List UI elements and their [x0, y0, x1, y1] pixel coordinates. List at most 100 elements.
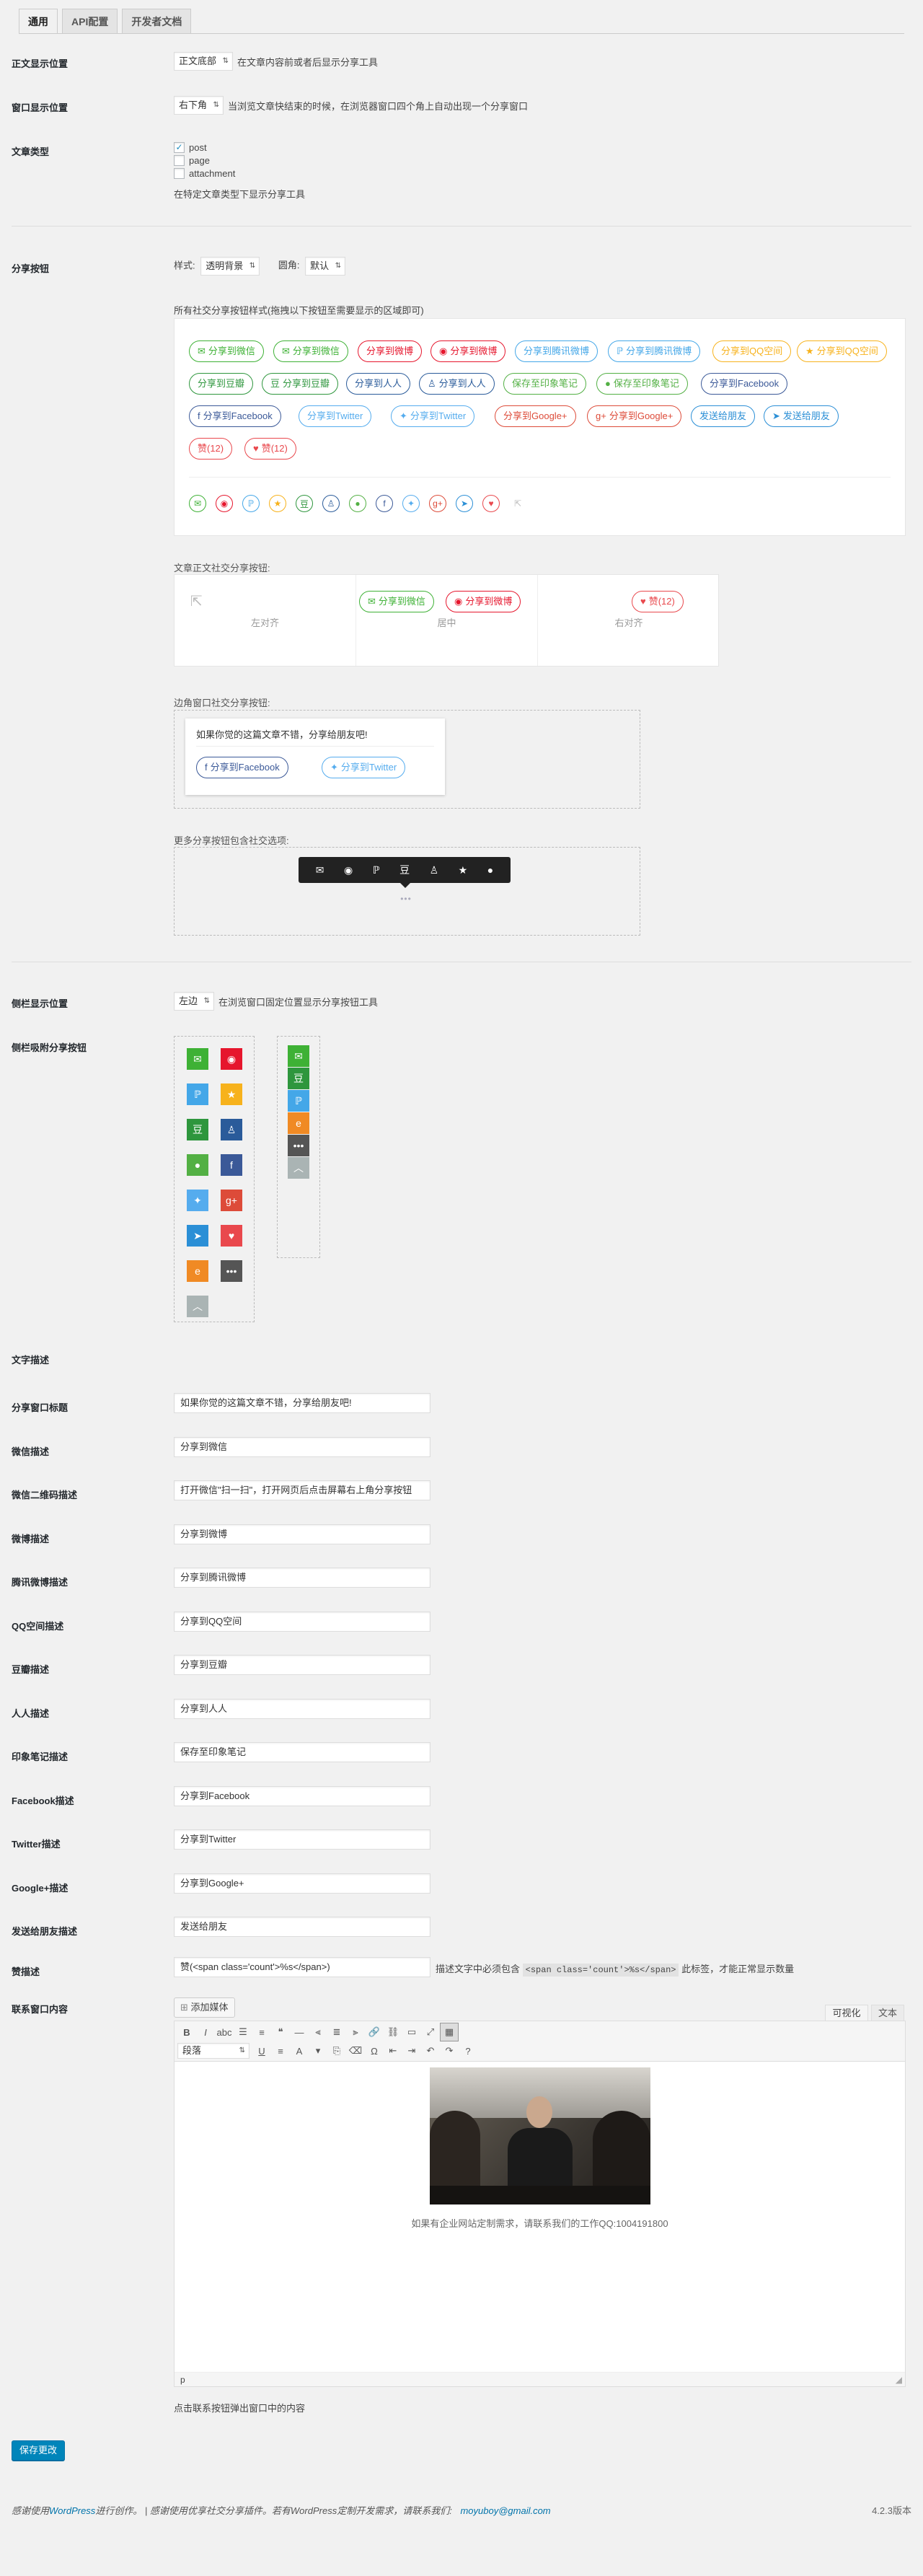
field-input[interactable]: 分享到Google+: [174, 1873, 430, 1894]
side-share-tile[interactable]: ★: [221, 1083, 242, 1105]
share-icon[interactable]: ★: [269, 495, 286, 512]
side-strip-tile[interactable]: ℙ: [288, 1090, 309, 1112]
share-button[interactable]: ★ 分享到QQ空间: [797, 340, 887, 362]
toolbar-button[interactable]: ▭: [402, 2023, 421, 2041]
toolbar-button[interactable]: ?: [459, 2041, 477, 2060]
more-share-icon[interactable]: ♙: [430, 864, 439, 876]
side-share-tile[interactable]: ♙: [221, 1119, 242, 1140]
side-share-tile[interactable]: ♥: [221, 1225, 242, 1247]
field-input[interactable]: 打开微信"扫一扫"，打开网页后点击屏幕右上角分享按钮: [174, 1480, 430, 1500]
toolbar-button[interactable]: A: [290, 2041, 309, 2060]
toolbar-button[interactable]: ⫸: [346, 2023, 365, 2041]
tab-docs[interactable]: 开发者文档: [122, 9, 192, 33]
toolbar-button[interactable]: ⫷: [309, 2023, 327, 2041]
more-dots-icon[interactable]: •••: [388, 894, 424, 904]
corner-twitter-button[interactable]: ✦ 分享到Twitter: [322, 757, 406, 778]
side-share-tile[interactable]: 豆: [187, 1119, 208, 1140]
share-button[interactable]: 分享到人人: [346, 373, 411, 395]
toolbar-button[interactable]: I: [196, 2023, 215, 2041]
share-button[interactable]: ✉ 分享到微信: [189, 340, 264, 362]
field-input[interactable]: 保存至印象笔记: [174, 1742, 430, 1762]
toolbar-button[interactable]: ▾: [309, 2041, 327, 2060]
checkbox[interactable]: ✓: [174, 141, 185, 153]
side-share-tile[interactable]: ✦: [187, 1190, 208, 1211]
field-input[interactable]: 分享到人人: [174, 1698, 430, 1719]
share-button[interactable]: ✦ 分享到Twitter: [391, 405, 475, 427]
format-select[interactable]: 段落: [177, 2043, 249, 2059]
share-button[interactable]: ➤ 发送给朋友: [764, 405, 839, 427]
side-select[interactable]: 左边: [174, 992, 215, 1011]
field-input[interactable]: 分享到Twitter: [174, 1829, 430, 1850]
toolbar-button[interactable]: ⌫: [346, 2041, 365, 2060]
toolbar-button[interactable]: ☰: [234, 2023, 252, 2041]
share-icon[interactable]: ℙ: [242, 495, 260, 512]
window-select[interactable]: 右下角: [174, 96, 224, 115]
tab-text[interactable]: 文本: [871, 2005, 904, 2021]
toolbar-button[interactable]: ▦: [440, 2023, 459, 2041]
email-link[interactable]: moyuboy@gmail.com: [460, 2505, 550, 2516]
toolbar-button[interactable]: ≣: [327, 2023, 346, 2041]
toolbar-button[interactable]: —: [290, 2023, 309, 2041]
side-strip-tile[interactable]: 豆: [288, 1068, 309, 1089]
share-button[interactable]: ♙ 分享到人人: [419, 373, 495, 395]
more-share-icon[interactable]: ℙ: [373, 864, 380, 876]
toolbar-button[interactable]: U: [252, 2041, 271, 2060]
side-share-tile[interactable]: •••: [221, 1260, 242, 1282]
share-icon[interactable]: ⇱: [509, 495, 526, 512]
side-share-tile[interactable]: ●: [187, 1154, 208, 1176]
side-strip-tile[interactable]: ✉: [288, 1045, 309, 1067]
checkbox[interactable]: [174, 167, 185, 179]
toolbar-button[interactable]: ⛓: [384, 2023, 402, 2041]
share-button[interactable]: 豆分享到豆瓣: [262, 373, 339, 395]
toolbar-button[interactable]: ↷: [440, 2041, 459, 2060]
toolbar-button[interactable]: 🔗: [365, 2023, 384, 2041]
save-button[interactable]: 保存更改: [12, 2440, 66, 2461]
toolbar-button[interactable]: ⎘: [327, 2041, 346, 2060]
share-icon[interactable]: f: [376, 495, 393, 512]
share-button[interactable]: 发送给朋友: [691, 405, 756, 427]
toolbar-button[interactable]: ❝: [271, 2023, 290, 2041]
type-post-option[interactable]: ✓ post: [174, 141, 235, 154]
corner-select[interactable]: 默认: [305, 257, 346, 276]
article-like-button[interactable]: ♥ 赞(12): [632, 591, 684, 612]
toolbar-button[interactable]: ⤢: [421, 2023, 440, 2041]
article-weibo-button[interactable]: ◉ 分享到微博: [446, 591, 521, 612]
share-icon[interactable]: 豆: [296, 495, 313, 512]
share-button[interactable]: ● 保存至印象笔记: [596, 373, 688, 395]
share-icon[interactable]: ✦: [402, 495, 420, 512]
share-icon[interactable]: ♥: [482, 495, 500, 512]
field-input[interactable]: 分享到Facebook: [174, 1785, 430, 1806]
field-input[interactable]: 发送给朋友: [174, 1917, 430, 1937]
field-input[interactable]: 分享到QQ空间: [174, 1611, 430, 1632]
toolbar-button[interactable]: ⇥: [402, 2041, 421, 2060]
share-button[interactable]: f 分享到Facebook: [189, 405, 281, 427]
side-share-tile[interactable]: g+: [221, 1190, 242, 1211]
share-button[interactable]: 保存至印象笔记: [503, 373, 587, 395]
toolbar-button[interactable]: ⇤: [384, 2041, 402, 2060]
field-input[interactable]: 分享到微博: [174, 1524, 430, 1544]
share-icon[interactable]: ♙: [322, 495, 340, 512]
toolbar-button[interactable]: ≡: [252, 2023, 271, 2041]
share-button[interactable]: ♥ 赞(12): [244, 438, 296, 460]
side-share-tile[interactable]: ➤: [187, 1225, 208, 1247]
toolbar-button[interactable]: ≡: [271, 2041, 290, 2060]
type-attachment-option[interactable]: attachment: [174, 167, 235, 180]
more-share-icon[interactable]: ●: [487, 864, 493, 876]
position-select[interactable]: 正文底部: [174, 52, 234, 71]
side-strip-tile[interactable]: e: [288, 1112, 309, 1134]
article-wechat-button[interactable]: ✉ 分享到微信: [359, 591, 434, 612]
like-input[interactable]: 赞(<span class='count'>%s</span>): [174, 1957, 430, 1977]
share-button[interactable]: 分享到Twitter: [299, 405, 372, 427]
share-button[interactable]: 分享到QQ空间: [712, 340, 792, 362]
tab-visual[interactable]: 可视化: [825, 2005, 868, 2021]
toolbar-button[interactable]: B: [177, 2023, 196, 2041]
tab-api[interactable]: API配置: [62, 9, 118, 33]
side-share-tile[interactable]: ◉: [221, 1048, 242, 1070]
toolbar-button[interactable]: ↶: [421, 2041, 440, 2060]
add-media-button[interactable]: ⊞ 添加媒体: [174, 1997, 235, 2018]
share-icon[interactable]: ⇱: [190, 592, 203, 610]
tab-general[interactable]: 通用: [19, 9, 58, 33]
share-button[interactable]: ✉ 分享到微信: [273, 340, 348, 362]
share-button[interactable]: 分享到Google+: [495, 405, 576, 427]
type-page-option[interactable]: page: [174, 154, 235, 167]
